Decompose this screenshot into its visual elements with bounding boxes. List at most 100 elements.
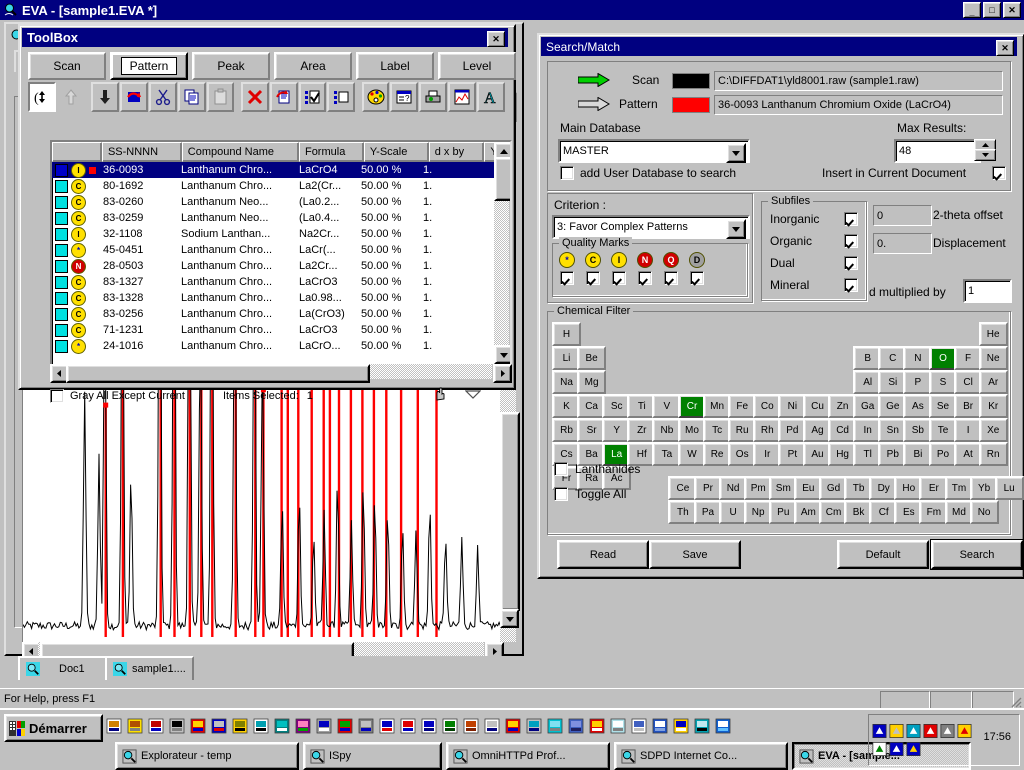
element-button-kr[interactable]: Kr — [978, 394, 1008, 418]
pattern-color-swatch[interactable] — [55, 275, 68, 289]
default-button[interactable]: Default — [837, 540, 929, 569]
column-header[interactable]: Formula — [298, 142, 364, 162]
search-match-close-button[interactable]: ✕ — [996, 40, 1014, 56]
network-icon[interactable] — [315, 717, 333, 735]
quality-mark-checkbox[interactable] — [690, 271, 704, 285]
paint-icon[interactable] — [630, 717, 648, 735]
pattern-name-field[interactable]: 36-0093 Lanthanum Chromium Oxide (LaCrO4… — [714, 95, 1003, 115]
element-button-be[interactable]: Be — [577, 346, 607, 370]
hand-cursor-icon[interactable] — [433, 387, 447, 405]
powerpoint-icon[interactable] — [462, 717, 480, 735]
add-user-database-checkbox[interactable] — [560, 166, 574, 180]
pattern-color-swatch[interactable] — [55, 339, 68, 353]
colors-icon[interactable] — [336, 717, 354, 735]
main-window-titlebar[interactable]: EVA - [sample1.EVA *] _ □ ✕ — [0, 0, 1024, 20]
pattern-color-swatch[interactable] — [55, 243, 68, 257]
expand-collapse-icon[interactable]: ( — [28, 82, 56, 112]
power-icon[interactable] — [905, 740, 922, 758]
subfile-checkbox[interactable] — [844, 234, 858, 248]
notepad-icon[interactable] — [483, 717, 501, 735]
volume-icon[interactable] — [888, 722, 905, 740]
tab-peak[interactable]: Peak — [192, 52, 270, 80]
table-row[interactable]: C 83-0259 Lanthanum Neo... (La0.4... 50.00 %… — [52, 210, 510, 226]
chart-vscroll-thumb[interactable] — [500, 412, 520, 611]
star-icon[interactable] — [672, 717, 690, 735]
sdpd-icon[interactable] — [651, 717, 669, 735]
table-row[interactable]: * 24-1016 Lanthanum Chro... LaCrO... 50.00 %… — [52, 338, 510, 354]
quality-mark-checkbox[interactable] — [560, 271, 574, 285]
taskbar-button[interactable]: ISpy — [303, 742, 442, 770]
taskbar-button[interactable]: SDPD Internet Co... — [614, 742, 788, 770]
ie-icon[interactable] — [714, 717, 732, 735]
monitor-icon[interactable] — [231, 717, 249, 735]
table-row[interactable]: I 36-0093 Lanthanum Chro... LaCrO4 50.00 % 1. — [52, 162, 510, 178]
d-multiplied-input[interactable]: 1 — [963, 279, 1012, 303]
globe-icon[interactable] — [273, 717, 291, 735]
pattern-color-swatch[interactable] — [672, 97, 710, 113]
checklist-icon[interactable] — [105, 717, 123, 735]
insert-current-document-checkbox[interactable] — [992, 166, 1006, 180]
pattern-list-hscrollbar[interactable] — [50, 364, 512, 383]
main-database-combo[interactable]: MASTER — [558, 139, 750, 163]
dropdown-triangle-icon[interactable] — [464, 390, 482, 402]
pattern-color-swatch[interactable] — [55, 179, 68, 193]
table-row[interactable]: C 80-1692 Lanthanum Chro... La2(Cr... 50.00 … — [52, 178, 510, 194]
cut-icon[interactable] — [148, 82, 177, 112]
check-all-icon[interactable] — [298, 82, 327, 112]
text-label-icon[interactable]: A — [477, 82, 505, 112]
taskbar-button[interactable]: Explorateur - temp — [115, 742, 299, 770]
max-results-stepper[interactable] — [974, 139, 996, 161]
quality-mark-checkbox[interactable] — [586, 271, 600, 285]
scanner-icon[interactable] — [357, 717, 375, 735]
printer-setup-icon[interactable] — [210, 717, 228, 735]
pattern-color-swatch[interactable] — [55, 291, 68, 305]
search-match-titlebar[interactable]: Search/Match ✕ — [541, 37, 1017, 56]
column-header[interactable]: Compound Name — [181, 142, 299, 162]
display-icon[interactable] — [905, 722, 922, 740]
element-button-mg[interactable]: Mg — [577, 370, 607, 394]
copy-icon[interactable] — [177, 82, 206, 112]
subfile-checkbox[interactable] — [844, 278, 858, 292]
subfile-checkbox[interactable] — [844, 212, 858, 226]
pdf-icon[interactable] — [588, 717, 606, 735]
element-button-rn[interactable]: Rn — [978, 442, 1008, 466]
pc-icon[interactable] — [871, 740, 888, 758]
element-button-lu[interactable]: Lu — [994, 476, 1024, 500]
subfile-checkbox[interactable] — [844, 256, 858, 270]
speech-icon[interactable] — [888, 740, 905, 758]
quality-mark-checkbox[interactable] — [664, 271, 678, 285]
excel-icon[interactable] — [441, 717, 459, 735]
toolbox-titlebar[interactable]: ToolBox ✕ — [22, 28, 508, 47]
lanthanides-checkbox[interactable] — [554, 462, 568, 476]
search-button[interactable]: Search — [931, 540, 1023, 569]
debug-icon[interactable] — [504, 717, 522, 735]
paste-icon[interactable] — [206, 82, 235, 112]
chevron-down-icon[interactable] — [726, 219, 746, 239]
start-button[interactable]: Démarrer — [4, 714, 103, 742]
3com-icon[interactable] — [871, 722, 888, 740]
tab-label[interactable]: Label — [356, 52, 434, 80]
table-row[interactable]: C 83-0260 Lanthanum Neo... (La0.2... 50.00 %… — [52, 194, 510, 210]
replace-icon[interactable] — [269, 82, 298, 112]
palette-icon[interactable] — [189, 717, 207, 735]
scan-color-swatch[interactable] — [672, 73, 710, 89]
gray-all-checkbox[interactable] — [50, 389, 64, 403]
search-file-icon[interactable] — [525, 717, 543, 735]
table-row[interactable]: C 83-1328 Lanthanum Chro... La0.98... 50.00 … — [52, 290, 510, 306]
toolbox-close-button[interactable]: ✕ — [487, 31, 505, 47]
list-hscroll-thumb[interactable] — [66, 364, 370, 383]
refresh-pattern-icon[interactable] — [119, 82, 148, 112]
binary-icon[interactable] — [168, 717, 186, 735]
pattern-list-vscrollbar[interactable] — [494, 142, 510, 364]
print-icon[interactable] — [419, 82, 448, 112]
list-scroll-down-button[interactable] — [494, 345, 510, 364]
net-icon[interactable] — [693, 717, 711, 735]
image-icon[interactable] — [294, 717, 312, 735]
uncheck-all-icon[interactable] — [327, 82, 356, 112]
displacement-input[interactable]: 0. — [873, 233, 932, 254]
pattern-list[interactable]: SS-NNNN Compound Name Formula Y-Scale d x by… — [50, 140, 512, 366]
chart-scroll-down-button[interactable] — [500, 609, 519, 628]
list-vscroll-thumb[interactable] — [494, 157, 510, 201]
pattern-color-swatch[interactable] — [55, 307, 68, 321]
disc-icon[interactable] — [609, 717, 627, 735]
